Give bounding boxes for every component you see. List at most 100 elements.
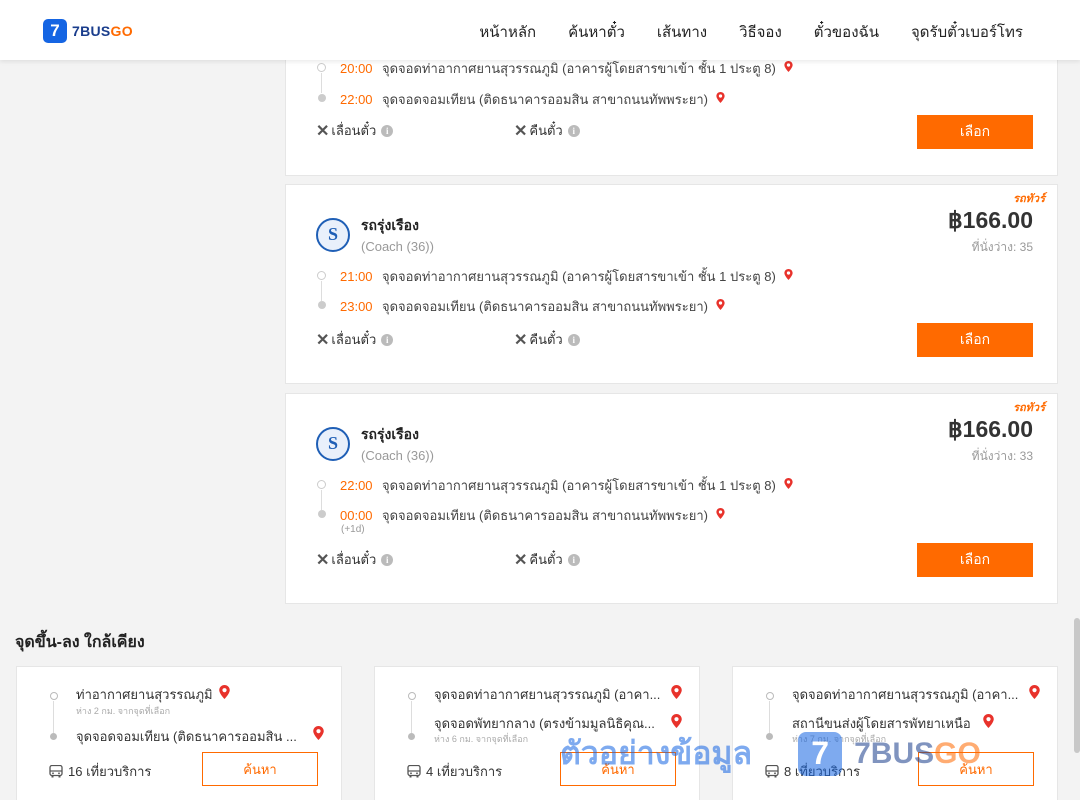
logo-badge: 7 xyxy=(43,19,67,43)
from-dot xyxy=(408,692,416,700)
nav-my-tickets[interactable]: ตั๋วของฉัน xyxy=(814,20,879,44)
nearby-from: จุดจอดท่าอากาศยานสุวรรณภูมิ (อาคา... xyxy=(434,687,661,702)
arrive-time: 23:00 xyxy=(340,299,373,314)
next-day-label: (+1d) xyxy=(341,524,365,535)
reschedule-policy: ✕ เลื่อนตั๋ว i xyxy=(316,549,394,570)
trip-count-label: 16 เที่ยวบริการ xyxy=(68,764,152,779)
nav-ticket-pickup[interactable]: จุดรับตั๋วเบอร์โทร xyxy=(911,20,1023,44)
cross-icon: ✕ xyxy=(316,331,330,349)
nearby-distance: ห่าง 2 กม. จากจุดที่เลือก xyxy=(76,706,171,716)
map-pin-icon[interactable] xyxy=(671,685,682,699)
search-button[interactable]: ค้นหา xyxy=(918,752,1034,786)
operator-name: รถรุ่งเรือง xyxy=(361,217,419,233)
arrive-name: จุดจอดจอมเทียน (ติดธนาคารออมสิน สาขาถนนท… xyxy=(382,508,708,523)
nearby-title: จุดขึ้น-ลง ใกล้เคียง xyxy=(15,634,145,651)
map-pin-icon[interactable] xyxy=(313,726,324,740)
trip-count-label: 8 เที่ยวบริการ xyxy=(784,764,861,779)
refund-label: คืนตั๋ว xyxy=(529,332,563,347)
logo-text: 7BUSGO xyxy=(72,23,133,39)
map-pin-icon[interactable] xyxy=(715,508,726,519)
nearby-distance: ห่าง 7 กม. จากจุดที่เลือก xyxy=(792,734,887,744)
map-pin-icon[interactable] xyxy=(1029,685,1040,699)
nav-routes[interactable]: เส้นทาง xyxy=(657,20,707,44)
depart-stop: 20:00 จุดจอดท่าอากาศยานสุวรรณภูมิ (อาคาร… xyxy=(316,58,794,79)
map-pin-icon[interactable] xyxy=(671,714,682,728)
depart-time: 20:00 xyxy=(340,61,373,76)
arrive-stop: 22:00 จุดจอดจอมเทียน (ติดธนาคารออมสิน สา… xyxy=(316,89,726,110)
select-button[interactable]: เลือก xyxy=(917,543,1033,577)
info-icon[interactable]: i xyxy=(381,333,394,346)
nav-search-ticket[interactable]: ค้นหาตั๋ว xyxy=(568,20,625,44)
nav-home[interactable]: หน้าหลัก xyxy=(479,20,536,44)
info-icon[interactable]: i xyxy=(381,553,394,566)
route-line xyxy=(53,701,54,733)
cross-icon: ✕ xyxy=(514,331,528,349)
operator-name: รถรุ่งเรือง xyxy=(361,426,419,442)
depart-name: จุดจอดท่าอากาศยานสุวรรณภูมิ (อาคารผู้โดย… xyxy=(382,478,776,493)
bus-icon xyxy=(407,765,421,778)
refund-label: คืนตั๋ว xyxy=(529,552,563,567)
map-pin-icon[interactable] xyxy=(219,685,230,699)
main-nav: หน้าหลัก ค้นหาตั๋ว เส้นทาง วิธีจอง ตั๋วข… xyxy=(447,20,1023,44)
bus-icon xyxy=(765,765,779,778)
search-button[interactable]: ค้นหา xyxy=(202,752,318,786)
reschedule-label: เลื่อนตั๋ว xyxy=(331,123,377,138)
reschedule-label: เลื่อนตั๋ว xyxy=(331,332,377,347)
info-icon[interactable]: i xyxy=(381,124,394,137)
to-dot xyxy=(50,733,57,740)
nearby-to: สถานีขนส่งผู้โดยสารพัทยาเหนือ xyxy=(792,716,971,731)
page-scrollbar[interactable] xyxy=(1074,618,1080,753)
to-dot xyxy=(766,733,773,740)
select-button[interactable]: เลือก xyxy=(917,323,1033,357)
search-button[interactable]: ค้นหา xyxy=(560,752,676,786)
bus-type-badge: รถทัวร์ xyxy=(1013,402,1045,414)
seats-available: ที่นั่งว่าง: 33 xyxy=(971,449,1033,463)
ticket-price: ฿166.00 xyxy=(948,207,1033,233)
from-dot xyxy=(766,692,774,700)
map-pin-icon[interactable] xyxy=(715,92,726,103)
trip-card: รถทัวร์ S รถรุ่งเรือง (Coach (36)) ฿166.… xyxy=(285,393,1058,604)
map-pin-icon[interactable] xyxy=(783,478,794,489)
cross-icon: ✕ xyxy=(316,122,330,140)
info-icon[interactable]: i xyxy=(567,333,580,346)
top-header: 7 7BUSGO หน้าหลัก ค้นหาตั๋ว เส้นทาง วิธี… xyxy=(0,0,1080,60)
depart-time: 22:00 xyxy=(340,478,373,493)
info-icon[interactable]: i xyxy=(567,553,580,566)
arrive-time: 22:00 xyxy=(340,92,373,107)
depart-stop: 21:00 จุดจอดท่าอากาศยานสุวรรณภูมิ (อาคาร… xyxy=(316,266,794,287)
map-pin-icon[interactable] xyxy=(983,714,994,728)
bus-type-badge: รถทัวร์ xyxy=(1013,193,1045,205)
nearby-card: จุดจอดท่าอากาศยานสุวรรณภูมิ (อาคา... จุด… xyxy=(374,666,700,800)
trip-card: รถทัวร์ S รถรุ่งเรือง (Coach (36)) ฿166.… xyxy=(285,184,1058,384)
cross-icon: ✕ xyxy=(514,551,528,569)
map-pin-icon[interactable] xyxy=(783,269,794,280)
route-line xyxy=(411,701,412,733)
arrive-stop: 23:00 จุดจอดจอมเทียน (ติดธนาคารออมสิน สา… xyxy=(316,296,726,317)
refund-label: คืนตั๋ว xyxy=(529,123,563,138)
map-pin-icon[interactable] xyxy=(715,299,726,310)
trip-count: 8 เที่ยวบริการ xyxy=(765,761,860,782)
nav-how-to-book[interactable]: วิธีจอง xyxy=(739,20,782,44)
operator-block: S รถรุ่งเรือง (Coach (36)) xyxy=(316,215,434,254)
cross-icon: ✕ xyxy=(316,551,330,569)
from-dot xyxy=(50,692,58,700)
to-dot xyxy=(408,733,415,740)
operator-logo: S xyxy=(316,426,350,461)
route-line xyxy=(769,701,770,733)
site-logo[interactable]: 7 7BUSGO xyxy=(43,19,133,43)
nearby-from: ท่าอากาศยานสุวรรณภูมิ xyxy=(76,687,213,702)
info-icon[interactable]: i xyxy=(567,124,580,137)
coach-type: (Coach (36)) xyxy=(361,448,434,463)
select-button[interactable]: เลือก xyxy=(917,115,1033,149)
nearby-card: ท่าอากาศยานสุวรรณภูมิ ห่าง 2 กม. จากจุดท… xyxy=(16,666,342,800)
operator-logo: S xyxy=(316,217,350,252)
nearby-card: จุดจอดท่าอากาศยานสุวรรณภูมิ (อาคา... สถา… xyxy=(732,666,1058,800)
depart-time: 21:00 xyxy=(340,269,373,284)
refund-policy: ✕ คืนตั๋ว i xyxy=(514,120,580,141)
map-pin-icon[interactable] xyxy=(783,61,794,72)
operator-block: S รถรุ่งเรือง (Coach (36)) xyxy=(316,424,434,463)
reschedule-label: เลื่อนตั๋ว xyxy=(331,552,377,567)
trip-count: 4 เที่ยวบริการ xyxy=(407,761,502,782)
nearby-to: จุดจอดพัทยากลาง (ตรงข้ามมูลนิธิคุณ... xyxy=(434,716,655,731)
cross-icon: ✕ xyxy=(514,122,528,140)
